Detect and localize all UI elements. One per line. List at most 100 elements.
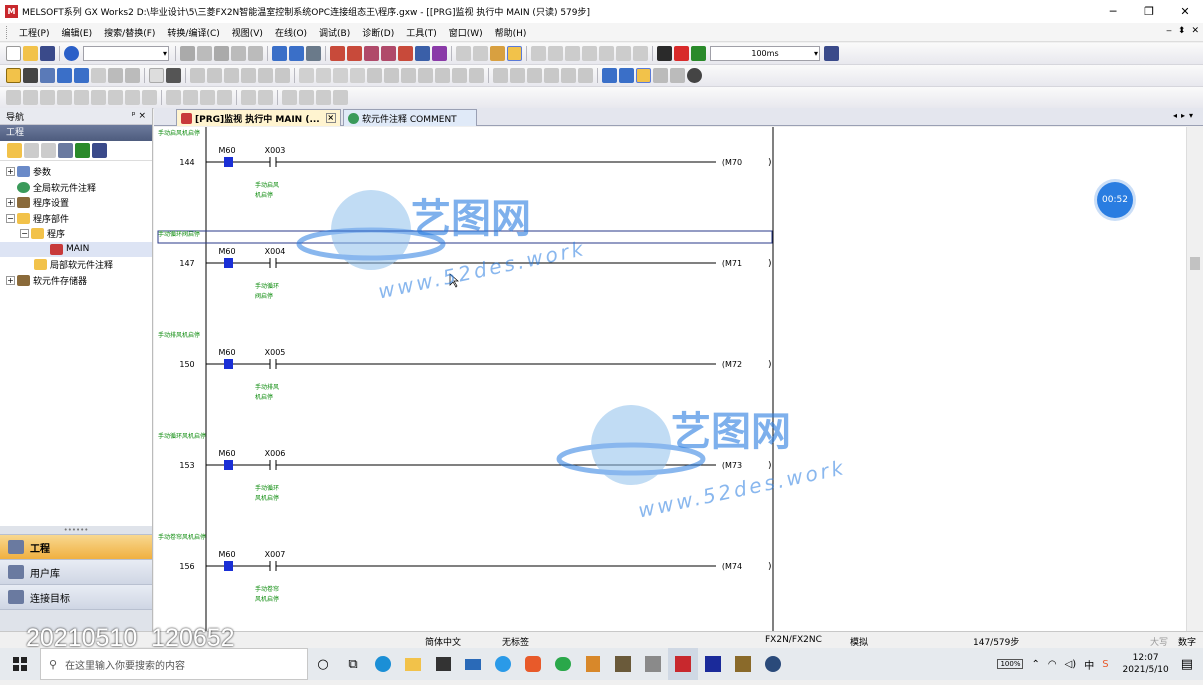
maximize-button[interactable]: ❐: [1131, 0, 1167, 23]
save-icon[interactable]: [40, 46, 55, 61]
trace-icon[interactable]: [616, 46, 631, 61]
undo-icon[interactable]: [231, 46, 246, 61]
sfc-transition-icon[interactable]: [23, 90, 38, 105]
collapse-icon[interactable]: −: [20, 229, 29, 239]
menu-help[interactable]: 帮助(H): [489, 26, 533, 39]
sfc-auto-scroll-icon[interactable]: [333, 90, 348, 105]
expand-icon[interactable]: +: [6, 198, 15, 208]
app-icon-1[interactable]: [518, 648, 548, 680]
cortana-icon[interactable]: ○: [308, 648, 338, 680]
nav-pin-close[interactable]: ᵖ ×: [132, 111, 146, 121]
watch-icon[interactable]: [473, 46, 488, 61]
vline-icon[interactable]: [316, 68, 331, 83]
read-plc-icon[interactable]: [347, 46, 362, 61]
battery-icon[interactable]: 100%: [997, 659, 1024, 669]
simulation-icon[interactable]: [456, 46, 471, 61]
device-batch-icon[interactable]: [490, 46, 505, 61]
wechat-icon[interactable]: [548, 648, 578, 680]
expand-icon[interactable]: +: [6, 275, 15, 285]
device-display-icon[interactable]: [91, 68, 106, 83]
step-search-icon[interactable]: [670, 68, 685, 83]
mail-icon[interactable]: [458, 648, 488, 680]
step-icon[interactable]: [548, 46, 563, 61]
close-tab-icon[interactable]: ×: [325, 113, 336, 123]
menu-view[interactable]: 视图(V): [226, 26, 269, 39]
device-list-icon[interactable]: [619, 68, 634, 83]
nav-property-icon[interactable]: [58, 143, 73, 158]
verify-plc-icon[interactable]: [364, 46, 379, 61]
sfc-select-join-icon[interactable]: [108, 90, 123, 105]
erase-line-icon[interactable]: [510, 68, 525, 83]
magnifier-icon[interactable]: [687, 68, 702, 83]
tab-comment[interactable]: 软元件注释 COMMENT: [343, 109, 477, 126]
open-contact-icon[interactable]: [190, 68, 205, 83]
sfc-list-icon[interactable]: [258, 90, 273, 105]
open-branch-icon[interactable]: [207, 68, 222, 83]
inline-st-icon[interactable]: [469, 68, 484, 83]
mdi-restore-button[interactable]: ⬍: [1178, 26, 1186, 36]
nav-splitter[interactable]: ••••••: [0, 526, 152, 534]
run-icon[interactable]: [674, 46, 689, 61]
instruction-icon[interactable]: [275, 68, 290, 83]
keyboard-icon[interactable]: [657, 46, 672, 61]
help-icon[interactable]: [64, 46, 79, 61]
nav-tab-project[interactable]: 工程: [0, 534, 152, 559]
sfc-step-icon[interactable]: [6, 90, 21, 105]
nav-sort-icon[interactable]: [92, 143, 107, 158]
delete-vline-icon[interactable]: [350, 68, 365, 83]
gx-works-taskbar-icon[interactable]: [668, 648, 698, 680]
tab-scroll-arrows[interactable]: ◂▸▾: [1173, 111, 1197, 120]
device-search-icon[interactable]: [636, 68, 651, 83]
sfc-jump-icon[interactable]: [40, 90, 55, 105]
recording-timer[interactable]: 00:52: [1097, 182, 1133, 218]
copy-icon[interactable]: [197, 46, 212, 61]
step-run-icon[interactable]: [599, 46, 614, 61]
hline-icon[interactable]: [299, 68, 314, 83]
ladder-editor[interactable]: 手动启风机启停 144 M60 X003 (M70) 手动启风 机启停 手动循环阀启停 147 M…: [154, 127, 1186, 631]
read-mode-icon[interactable]: [23, 68, 38, 83]
menu-edit[interactable]: 编辑(E): [55, 26, 98, 39]
menu-compile[interactable]: 转换/编译(C): [161, 26, 225, 39]
write-mode-icon[interactable]: [40, 68, 55, 83]
paste-icon[interactable]: [214, 46, 229, 61]
tree-item-pou[interactable]: − 程序部件: [0, 211, 152, 227]
volume-icon[interactable]: ◁): [1065, 659, 1077, 670]
wifi-icon[interactable]: ◠: [1048, 659, 1057, 670]
falling-pulse-icon[interactable]: [384, 68, 399, 83]
ladder-mode-icon[interactable]: [6, 68, 21, 83]
project-combo[interactable]: [83, 46, 169, 61]
sfc-zoom-icon[interactable]: [166, 90, 181, 105]
sfc-parallel-branch-icon[interactable]: [91, 90, 106, 105]
help-circle-icon[interactable]: [149, 68, 164, 83]
tree-item-parameter[interactable]: + 参数: [0, 164, 152, 180]
sfc-detail-icon[interactable]: [217, 90, 232, 105]
minimize-button[interactable]: ─: [1095, 0, 1131, 23]
start-button[interactable]: [0, 648, 40, 680]
tab-main-monitor[interactable]: [PRG]监视 执行中 MAIN (... ×: [176, 109, 341, 126]
sampling-icon[interactable]: [633, 46, 648, 61]
write-plc-icon[interactable]: [330, 46, 345, 61]
apply-icon[interactable]: [824, 46, 839, 61]
sfc-monitor-icon[interactable]: [316, 90, 331, 105]
menu-online[interactable]: 在线(O): [269, 26, 313, 39]
sfc-parallel-join-icon[interactable]: [125, 90, 140, 105]
menu-window[interactable]: 窗口(W): [443, 26, 489, 39]
new-data-icon[interactable]: [7, 143, 22, 158]
sfc-comment-icon[interactable]: [183, 90, 198, 105]
sfc-condition-icon[interactable]: [299, 90, 314, 105]
sfc-action-icon[interactable]: [282, 90, 297, 105]
sfc-vline-icon[interactable]: [142, 90, 157, 105]
compile-all-icon[interactable]: [289, 46, 304, 61]
device-icon[interactable]: [306, 46, 321, 61]
nav-refresh-icon[interactable]: [75, 143, 90, 158]
partial-run-icon[interactable]: [582, 46, 597, 61]
open-folder-icon[interactable]: [23, 46, 38, 61]
rising-branch-icon[interactable]: [401, 68, 416, 83]
tree-item-global-comment[interactable]: 全局软元件注释: [0, 180, 152, 196]
sfc-end-icon[interactable]: [57, 90, 72, 105]
new-file-icon[interactable]: [6, 46, 21, 61]
compile-icon[interactable]: [272, 46, 287, 61]
menu-tool[interactable]: 工具(T): [400, 26, 443, 39]
menu-debug[interactable]: 调试(B): [313, 26, 356, 39]
binoculars-icon[interactable]: [166, 68, 181, 83]
